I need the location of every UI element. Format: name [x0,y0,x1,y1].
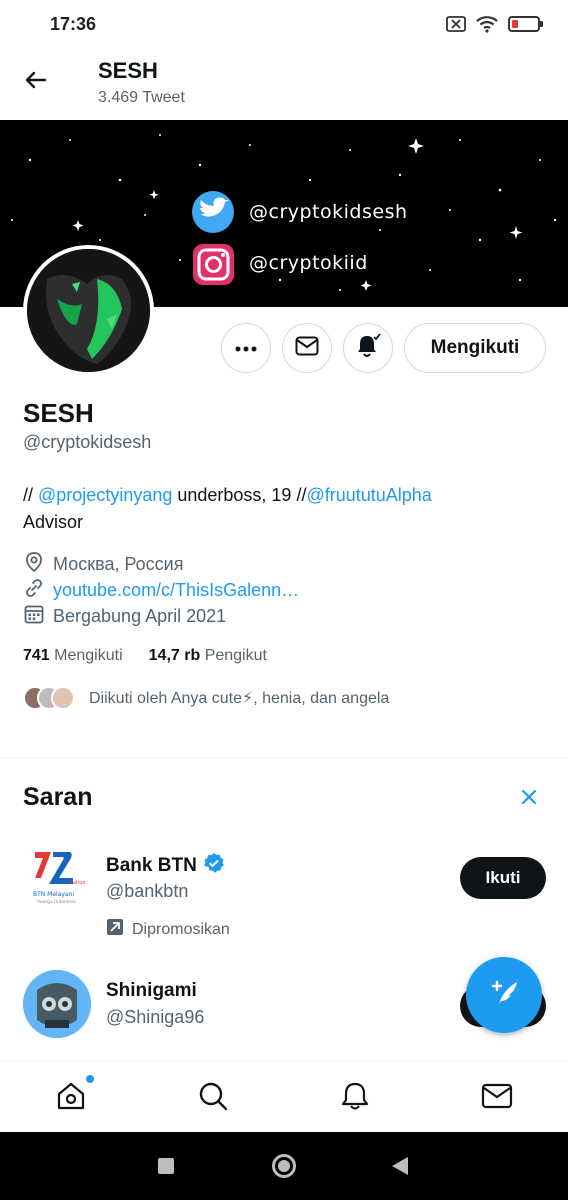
promoted-icon [106,918,124,941]
header-title: SESH [98,58,158,83]
mutual-avatars [23,686,75,710]
suggestion-name: Bank BTN [106,854,197,876]
mail-icon [481,1082,513,1115]
svg-text:BTN Melayani: BTN Melayani [33,891,74,898]
suggestions-title: Saran [23,783,93,811]
avatar [51,686,75,710]
svg-text:tahun: tahun [71,880,86,886]
notification-dot [86,1075,94,1083]
followers-stat[interactable]: 14,7 rb Pengikut [149,647,267,665]
compose-icon [487,976,521,1015]
status-icons [446,15,544,38]
home-dot [278,1160,290,1172]
promoted-text: Dipromosikan [132,920,230,938]
battery-icon [508,15,544,38]
following-label: Mengikuti [54,647,123,664]
calendar-icon [23,603,53,630]
bio-mention-fruututualpha[interactable]: @fruututuAlpha [306,485,431,505]
home-system-button[interactable] [272,1154,296,1178]
location-row: Москва, Россия [23,551,183,578]
followed-by-text: Diikuti oleh Anya cute⚡, henia, dan ange… [89,690,390,707]
followed-by-row[interactable]: Diikuti oleh Anya cute⚡, henia, dan ange… [23,686,389,710]
nav-home[interactable] [54,1075,94,1117]
bio-prefix: // [23,485,39,505]
following-button[interactable]: Mengikuti [404,323,546,373]
mail-icon [295,336,319,361]
joined-row: Bergabung April 2021 [23,603,226,630]
bell-icon [339,1080,371,1117]
close-suggestions-button[interactable] [514,784,544,814]
suggestion-handle: @Shiniga96 [106,1007,205,1027]
svg-text:Keluarga Indonesia: Keluarga Indonesia [33,899,76,905]
following-stat[interactable]: 741 Mengikuti [23,647,123,665]
wifi-icon [476,15,498,38]
following-count: 741 [23,647,50,664]
back-button[interactable] [18,64,54,100]
home-icon [55,1080,87,1117]
bio-line2: Advisor [23,512,84,532]
shinigami-avatar[interactable] [23,970,91,1038]
banner-instagram-handle: @cryptokiid [249,252,368,274]
link-icon [23,577,53,604]
profile-handle: @cryptokidsesh [23,432,152,452]
bio-mention-projectyinyang[interactable]: @projectyinyang [38,485,172,505]
compose-tweet-button[interactable] [466,957,542,1033]
nav-messages[interactable] [480,1081,514,1115]
profile-link[interactable]: youtube.com/c/ThisIsGalenn… [53,580,299,601]
bell-icon [355,332,381,364]
profile-bio: // @projectyinyang underboss, 19 //@fruu… [23,482,553,536]
verified-badge-icon [203,852,225,879]
arrow-left-icon [24,68,48,97]
joined-text: Bergabung April 2021 [53,606,227,626]
nav-notifications[interactable] [338,1081,372,1115]
notify-button[interactable] [343,323,393,373]
more-button[interactable] [221,323,271,373]
banner-twitter-handle: @cryptokidsesh [249,201,408,223]
suggestion-name-row[interactable]: Bank BTN [106,852,225,879]
link-row: youtube.com/c/ThisIsGalenn… [23,577,299,604]
suggestion-handle: @bankbtn [106,881,189,901]
bottom-nav [0,1060,568,1132]
follow-stats: 741 Mengikuti 14,7 rb Pengikut [23,647,267,665]
promoted-label: Dipromosikan [106,918,230,941]
close-icon [520,788,538,811]
status-time: 17:36 [50,14,97,34]
avatar-image [27,249,150,372]
system-nav-bar [0,1132,568,1200]
tweet-count: 3.469 Tweet [98,89,185,106]
message-button[interactable] [282,323,332,373]
back-system-button[interactable] [392,1157,408,1180]
recents-button[interactable] [158,1158,174,1174]
bio-middle: underboss, 19 // [172,485,307,505]
section-divider [0,757,568,758]
suggestion-name[interactable]: Shinigami [106,980,197,1002]
location-pin-icon [23,551,53,578]
followers-count: 14,7 rb [148,647,201,664]
more-icon [235,339,257,357]
location-text: Москва, Россия [53,554,184,574]
sim-off-icon [446,16,466,37]
profile-avatar[interactable] [23,245,154,376]
profile-name: SESH [23,398,94,428]
nav-search[interactable] [196,1081,230,1115]
followers-label: Pengikut [204,647,267,664]
search-icon [197,1080,229,1117]
status-bar: 17:36 [0,0,568,50]
follow-button[interactable]: Ikuti [460,857,546,899]
bank-btn-avatar[interactable]: tahun BTN Melayani Keluarga Indonesia [23,840,91,908]
